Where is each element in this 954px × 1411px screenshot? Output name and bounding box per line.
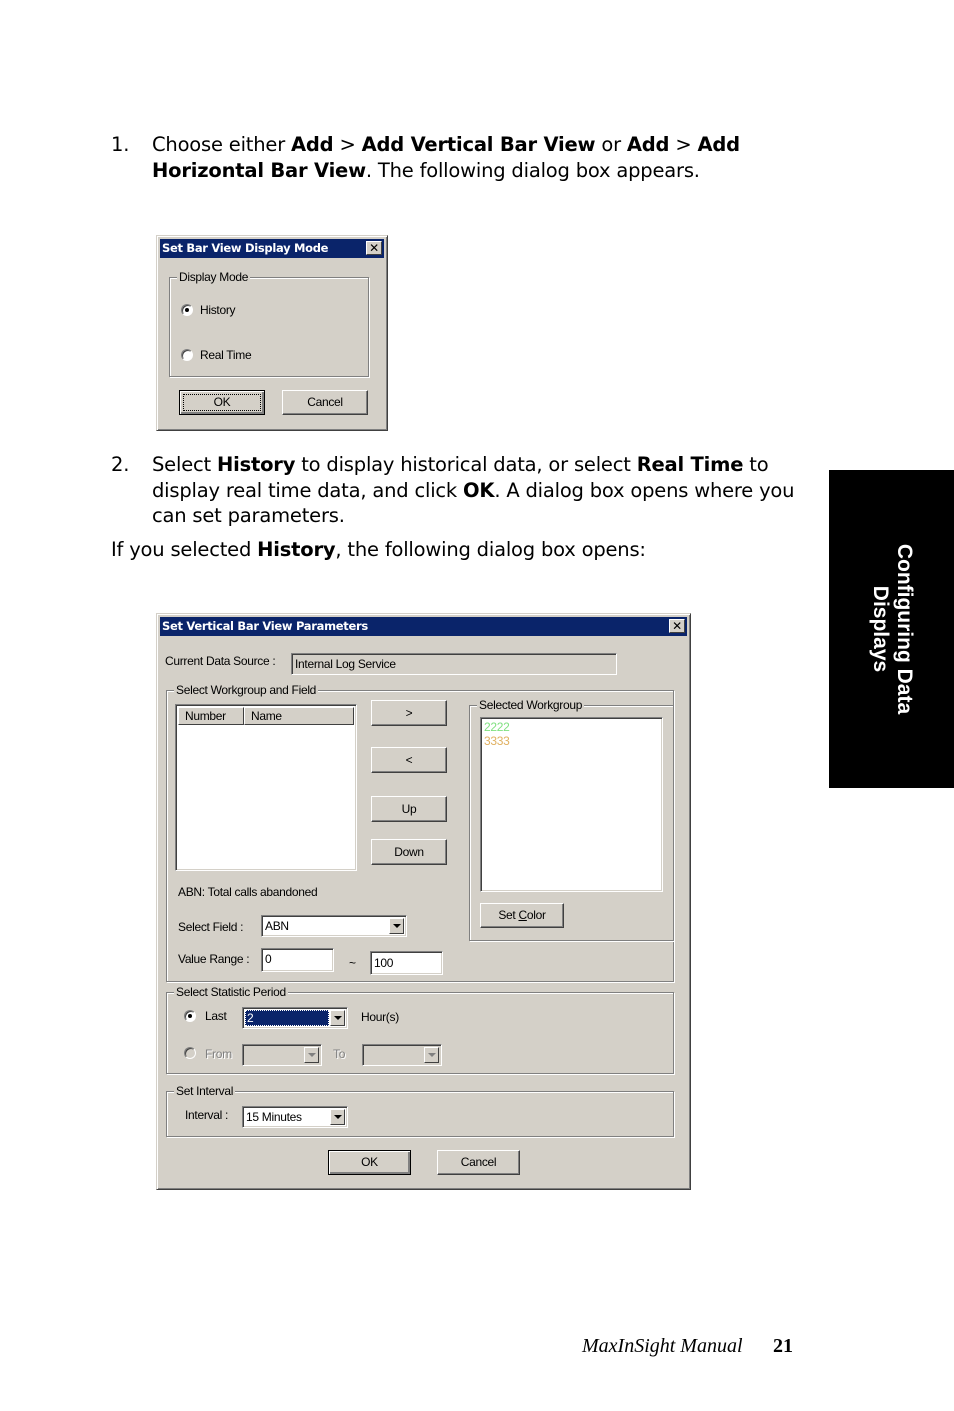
group-label: Select Statistic Period	[174, 984, 288, 1000]
close-icon[interactable]: ✕	[366, 241, 382, 255]
emphasis-text: Real Time	[636, 453, 744, 476]
body-text: >	[669, 133, 698, 156]
dialog-title: Set Bar View Display Mode	[162, 241, 329, 255]
last-hours-value: 2	[245, 1010, 329, 1026]
last-hours-dropdown[interactable]: 2	[242, 1007, 348, 1029]
workgroup-list[interactable]: Number Name	[175, 704, 357, 871]
section-side-tab: Configuring Data Displays	[829, 470, 954, 788]
section-title: Configuring Data Displays	[868, 544, 916, 714]
step-text: Select History to display historical dat…	[152, 452, 797, 529]
cancel-button[interactable]: Cancel	[282, 390, 368, 415]
group-label: Set Interval	[174, 1083, 236, 1099]
column-header-name[interactable]: Name	[244, 707, 354, 725]
set-color-button[interactable]: Set Color	[480, 903, 564, 928]
from-dropdown[interactable]	[242, 1044, 322, 1066]
vertical-bar-parameters-dialog: Set Vertical Bar View Parameters ✕ Curre…	[156, 613, 691, 1190]
chevron-down-icon[interactable]	[304, 1047, 319, 1063]
set-color-label: Set Color	[498, 908, 546, 922]
history-radio[interactable]	[181, 304, 193, 316]
page-number: 21	[773, 1335, 793, 1357]
value-range-max-input[interactable]: 100	[370, 951, 443, 975]
emphasis-text: Add Vertical Bar View	[361, 133, 596, 156]
ok-button[interactable]: OK	[179, 390, 265, 415]
group-label: Select Workgroup and Field	[174, 682, 319, 698]
selected-workgroup-item[interactable]: 3333	[484, 734, 659, 748]
add-workgroup-button[interactable]: >	[371, 700, 447, 726]
real-time-radio[interactable]	[181, 349, 193, 361]
move-down-button[interactable]: Down	[371, 839, 447, 865]
cancel-button[interactable]: Cancel	[437, 1150, 520, 1175]
section-title-line-1: Configuring Data	[892, 543, 916, 715]
body-text: to display historical data, or select	[295, 453, 637, 476]
step-text: Choose either Add > Add Vertical Bar Vie…	[152, 132, 792, 183]
section-title-line-2: Displays	[868, 585, 892, 673]
body-text: >	[333, 133, 362, 156]
emphasis-text: Add	[626, 133, 670, 156]
field-description: ABN: Total calls abandoned	[178, 885, 318, 899]
data-source-field: Internal Log Service	[291, 653, 617, 675]
display-mode-dialog: Set Bar View Display Mode ✕ Display Mode…	[156, 235, 388, 431]
real-time-label[interactable]: Real Time	[200, 348, 252, 362]
body-text: , the following dialog box opens:	[335, 538, 646, 561]
close-icon[interactable]: ✕	[669, 619, 685, 633]
last-label[interactable]: Last	[205, 1009, 227, 1023]
hours-label: Hour(s)	[361, 1010, 399, 1024]
body-text: If you selected	[111, 538, 258, 561]
focus-rect	[183, 394, 261, 411]
interval-value: 15 Minutes	[246, 1110, 302, 1124]
emphasis-text: Add	[291, 133, 334, 156]
selected-workgroup-list[interactable]: 2222 3333	[480, 717, 663, 892]
dialog-title: Set Vertical Bar View Parameters	[162, 619, 368, 633]
select-field-value: ABN	[265, 919, 289, 933]
chevron-down-icon[interactable]	[330, 1109, 345, 1125]
ok-button[interactable]: OK	[328, 1150, 411, 1175]
manual-title: MaxInSight Manual	[582, 1335, 743, 1357]
step-number: 2.	[111, 453, 130, 476]
body-text: . The following dialog box appears.	[365, 158, 700, 182]
body-text: Select	[152, 453, 217, 476]
display-mode-group: Display Mode	[169, 269, 369, 377]
group-label: Display Mode	[177, 269, 251, 285]
value-range-min-input[interactable]: 0	[261, 948, 334, 972]
selected-workgroup-item[interactable]: 2222	[484, 720, 659, 734]
dialog-titlebar: Set Vertical Bar View Parameters ✕	[160, 617, 687, 636]
data-source-label: Current Data Source :	[165, 654, 276, 668]
dialog-titlebar: Set Bar View Display Mode ✕	[160, 239, 384, 258]
to-dropdown[interactable]	[362, 1044, 442, 1066]
to-label: To	[333, 1047, 346, 1061]
last-radio[interactable]	[184, 1010, 196, 1022]
group-label: Selected Workgroup	[477, 697, 585, 713]
value-range-label: Value Range :	[178, 952, 250, 966]
from-label[interactable]: From	[205, 1047, 232, 1061]
remove-workgroup-button[interactable]: <	[371, 747, 447, 773]
value-range-separator: ~	[349, 956, 356, 970]
emphasis-text: History	[257, 538, 336, 561]
select-field-dropdown[interactable]: ABN	[261, 915, 407, 937]
cancel-label: Cancel	[307, 395, 343, 409]
body-text: or	[595, 133, 627, 156]
chevron-down-icon[interactable]	[330, 1010, 345, 1026]
interval-label: Interval :	[185, 1108, 229, 1122]
history-label[interactable]: History	[200, 303, 236, 317]
from-radio[interactable]	[184, 1047, 196, 1059]
emphasis-text: History	[216, 453, 296, 476]
interval-dropdown[interactable]: 15 Minutes	[242, 1106, 348, 1128]
note-paragraph: If you selected History, the following d…	[111, 537, 646, 563]
select-field-label: Select Field :	[178, 920, 244, 934]
emphasis-text: OK	[463, 478, 495, 502]
step-number: 1.	[111, 133, 130, 156]
page-footer: MaxInSight Manual 21	[582, 1335, 793, 1358]
body-text: Choose either	[152, 133, 292, 156]
move-up-button[interactable]: Up	[371, 796, 447, 822]
note-text: If you selected History, the following d…	[111, 537, 646, 563]
column-header-number[interactable]: Number	[178, 707, 244, 725]
chevron-down-icon[interactable]	[389, 918, 404, 934]
chevron-down-icon[interactable]	[424, 1047, 439, 1063]
